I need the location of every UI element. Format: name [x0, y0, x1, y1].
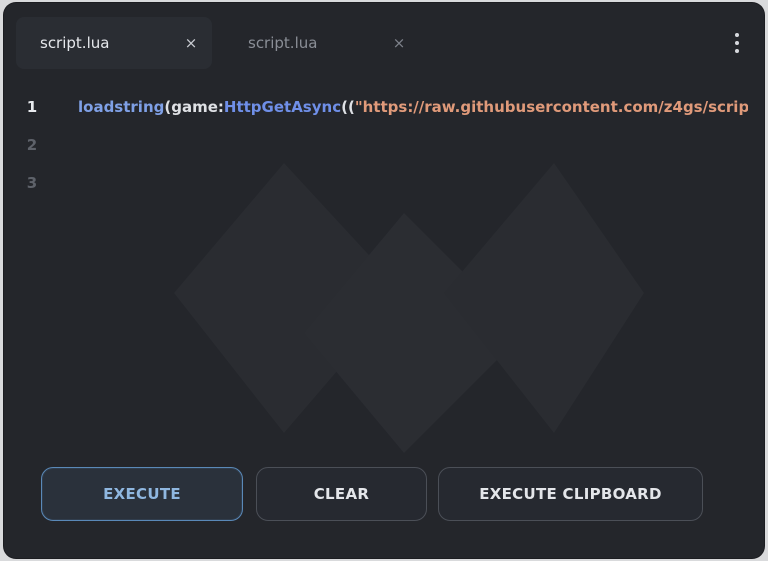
menu-dot	[735, 41, 739, 45]
code-editor[interactable]: 1 loadstring(game:HttpGetAsync(("https:/…	[4, 89, 764, 419]
line-number: 3	[26, 174, 38, 192]
tab-label: script.lua	[40, 34, 110, 52]
menu-dot	[735, 49, 739, 53]
executor-window: script.lua × script.lua × 1 loadstring(g…	[4, 3, 764, 558]
line-number: 2	[26, 136, 38, 154]
code-line[interactable]: 1 loadstring(game:HttpGetAsync(("https:/…	[4, 89, 764, 125]
tab-script-1[interactable]: script.lua ×	[16, 17, 212, 69]
token-function: loadstring	[78, 98, 165, 116]
tab-label: script.lua	[248, 34, 318, 52]
execute-clipboard-button[interactable]: EXECUTE CLIPBOARD	[438, 467, 703, 521]
more-options-icon[interactable]	[732, 33, 742, 59]
token-method: HttpGetAsync	[223, 98, 342, 116]
tab-bar: script.lua × script.lua ×	[4, 3, 764, 83]
code-line[interactable]: 3	[4, 165, 764, 201]
token-plain: (game:	[164, 98, 224, 116]
token-string: "https://raw.githubusercontent.com/z4gs/…	[354, 98, 748, 116]
action-bar: EXECUTE CLEAR EXECUTE CLIPBOARD	[4, 467, 764, 523]
line-code[interactable]: loadstring(game:HttpGetAsync(("https://r…	[78, 98, 748, 116]
close-icon[interactable]: ×	[182, 34, 200, 52]
code-line[interactable]: 2	[4, 127, 764, 163]
menu-dot	[735, 33, 739, 37]
tab-script-2[interactable]: script.lua ×	[224, 17, 420, 69]
token-plain: ((	[341, 98, 355, 116]
clear-button[interactable]: CLEAR	[256, 467, 427, 521]
line-number: 1	[26, 98, 38, 116]
close-icon[interactable]: ×	[390, 34, 408, 52]
execute-button[interactable]: EXECUTE	[41, 467, 243, 521]
